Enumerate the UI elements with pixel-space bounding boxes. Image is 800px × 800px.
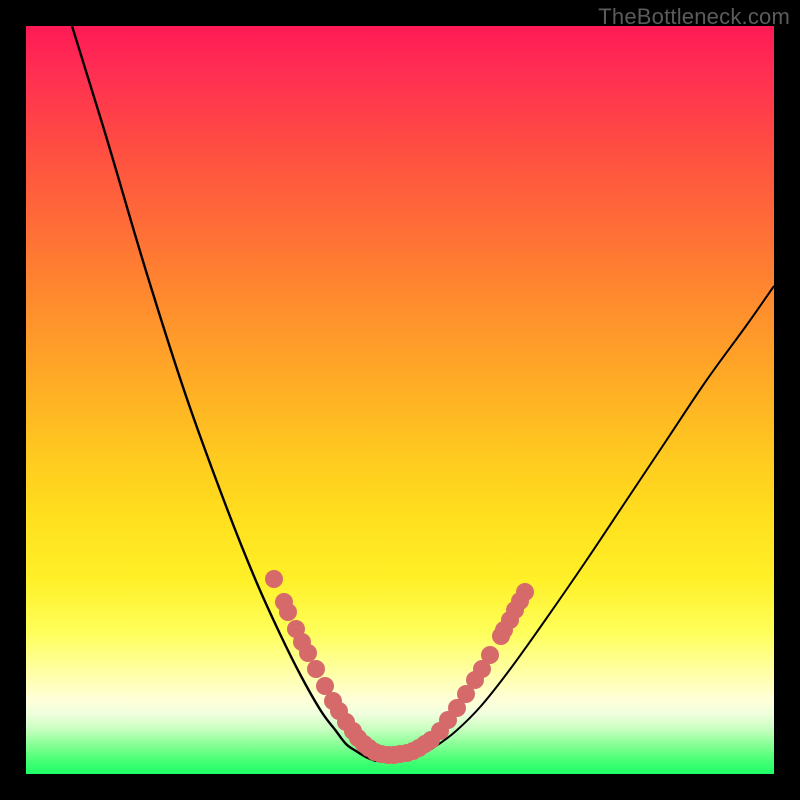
data-dots: [265, 570, 534, 764]
chart-svg: [26, 26, 774, 774]
data-dot: [307, 660, 325, 678]
left-bottleneck-curve: [72, 26, 376, 761]
data-dot: [516, 583, 534, 601]
watermark-text: TheBottleneck.com: [598, 4, 790, 30]
data-dot: [299, 644, 317, 662]
data-dot: [279, 603, 297, 621]
right-bottleneck-curve: [376, 286, 774, 761]
chart-frame: [26, 26, 774, 774]
data-dot: [265, 570, 283, 588]
data-dot: [481, 646, 499, 664]
